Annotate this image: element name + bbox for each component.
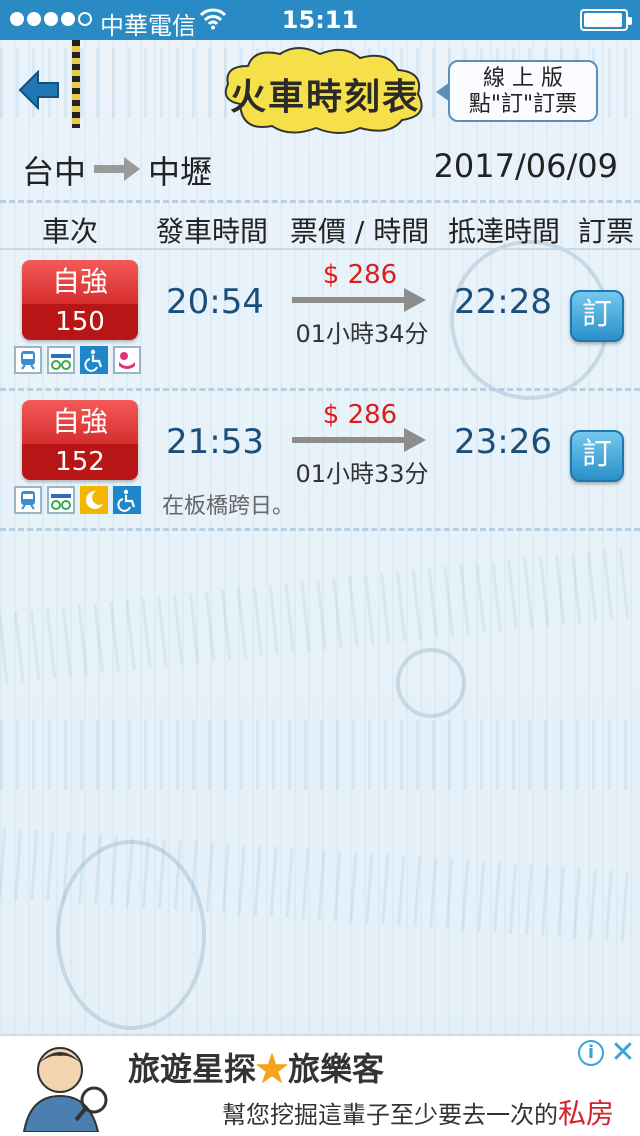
online-booking-tip[interactable]: 線 上 版 點"訂"訂票 bbox=[436, 60, 598, 122]
arrive-time: 23:26 bbox=[454, 422, 552, 462]
col-price-time: 票價 / 時間 bbox=[290, 215, 430, 248]
baby-icon bbox=[113, 346, 141, 374]
book-button[interactable]: 訂 bbox=[570, 430, 624, 482]
travel-date: 2017/06/09 bbox=[433, 147, 618, 185]
facility-icons bbox=[14, 346, 141, 374]
depart-time: 20:54 bbox=[166, 282, 264, 322]
ad-title-part1: 旅遊星探 bbox=[128, 1050, 257, 1088]
divider bbox=[0, 528, 640, 531]
ad-mascot-icon bbox=[22, 1047, 108, 1132]
ad-close-icon[interactable]: ✕ bbox=[610, 1038, 636, 1068]
depart-time: 21:53 bbox=[166, 422, 264, 462]
train-icon bbox=[14, 486, 42, 514]
header: 火車時刻表 線 上 版 點"訂"訂票 bbox=[0, 40, 640, 140]
journey-arrow-icon bbox=[292, 288, 426, 312]
divider bbox=[0, 200, 640, 203]
train-note: 在板橋跨日。 bbox=[162, 494, 295, 519]
wheelchair-icon bbox=[113, 486, 141, 514]
battery-icon bbox=[580, 9, 632, 31]
wheelchair-icon bbox=[80, 346, 108, 374]
app-page: 中華電信 15:11 火車時刻表 線 上 版 點"訂"訂票 台中 中壢 2017… bbox=[0, 0, 640, 1136]
route-bar: 台中 中壢 2017/06/09 bbox=[0, 145, 640, 195]
travel-duration: 01小時34分 bbox=[295, 320, 429, 348]
origin-station: 台中 bbox=[22, 153, 87, 191]
ad-title: 旅遊星探★旅樂客 bbox=[128, 1044, 384, 1090]
train-row[interactable]: 自強 150 20:54 $ 286 01小時34分 22:28 訂 bbox=[0, 260, 640, 400]
divider bbox=[0, 388, 640, 391]
col-depart: 發車時間 bbox=[156, 215, 269, 248]
back-arrow-icon bbox=[18, 70, 59, 110]
ticket-price: $ 286 bbox=[322, 400, 398, 430]
online-tip-line1: 線 上 版 bbox=[483, 66, 563, 91]
col-arrive: 抵達時間 bbox=[448, 215, 561, 248]
decorative-clock bbox=[396, 648, 466, 718]
destination-station: 中壢 bbox=[148, 153, 213, 191]
signal-pole-decoration bbox=[72, 40, 80, 128]
train-badge: 自強 152 bbox=[22, 400, 138, 480]
back-button[interactable] bbox=[18, 70, 62, 110]
col-book: 訂票 bbox=[578, 215, 635, 248]
route-arrow-icon bbox=[94, 157, 140, 181]
train-type: 自強 bbox=[22, 260, 138, 304]
online-tip-line2: 點"訂"訂票 bbox=[468, 92, 578, 117]
star-icon: ★ bbox=[256, 1050, 289, 1088]
train-type: 自強 bbox=[22, 400, 138, 444]
decorative-track bbox=[0, 720, 640, 790]
facility-icons bbox=[14, 486, 141, 514]
journey-arrow-icon bbox=[292, 428, 426, 452]
decorative-track bbox=[0, 546, 640, 684]
arrive-time: 22:28 bbox=[454, 282, 552, 322]
ad-info-icon[interactable]: i bbox=[578, 1040, 604, 1066]
train-badge: 自強 150 bbox=[22, 260, 138, 340]
travel-duration: 01小時33分 bbox=[295, 460, 429, 488]
train-icon bbox=[14, 346, 42, 374]
decorative-clock bbox=[56, 840, 206, 1030]
ad-title-part2: 旅樂客 bbox=[288, 1050, 385, 1088]
clock-time: 15:11 bbox=[281, 6, 359, 34]
book-button[interactable]: 訂 bbox=[570, 290, 624, 342]
col-train: 車次 bbox=[42, 215, 99, 248]
ad-subtitle-text: 幫您挖掘這輩子至少要去一次的 bbox=[222, 1101, 558, 1129]
ad-banner[interactable]: 旅遊星探★旅樂客 幫您挖掘這輩子至少要去一次的私房秘境 i ✕ bbox=[0, 1036, 640, 1136]
bike-icon bbox=[47, 486, 75, 514]
train-number: 150 bbox=[22, 304, 138, 340]
column-headers: 車次 發車時間 票價 / 時間 抵達時間 訂票 bbox=[0, 210, 640, 250]
divider bbox=[0, 248, 640, 250]
train-row[interactable]: 自強 152 在板橋跨日。 21:53 $ 286 01小時33分 23:26 … bbox=[0, 400, 640, 540]
ad-subtitle: 幫您挖掘這輩子至少要去一次的私房秘境 bbox=[222, 1092, 640, 1136]
train-number: 152 bbox=[22, 444, 138, 480]
moon-icon bbox=[80, 486, 108, 514]
bike-icon bbox=[47, 346, 75, 374]
status-bar: 中華電信 15:11 bbox=[0, 0, 640, 40]
ticket-price: $ 286 bbox=[322, 260, 398, 290]
page-title: 火車時刻表 bbox=[229, 76, 420, 118]
